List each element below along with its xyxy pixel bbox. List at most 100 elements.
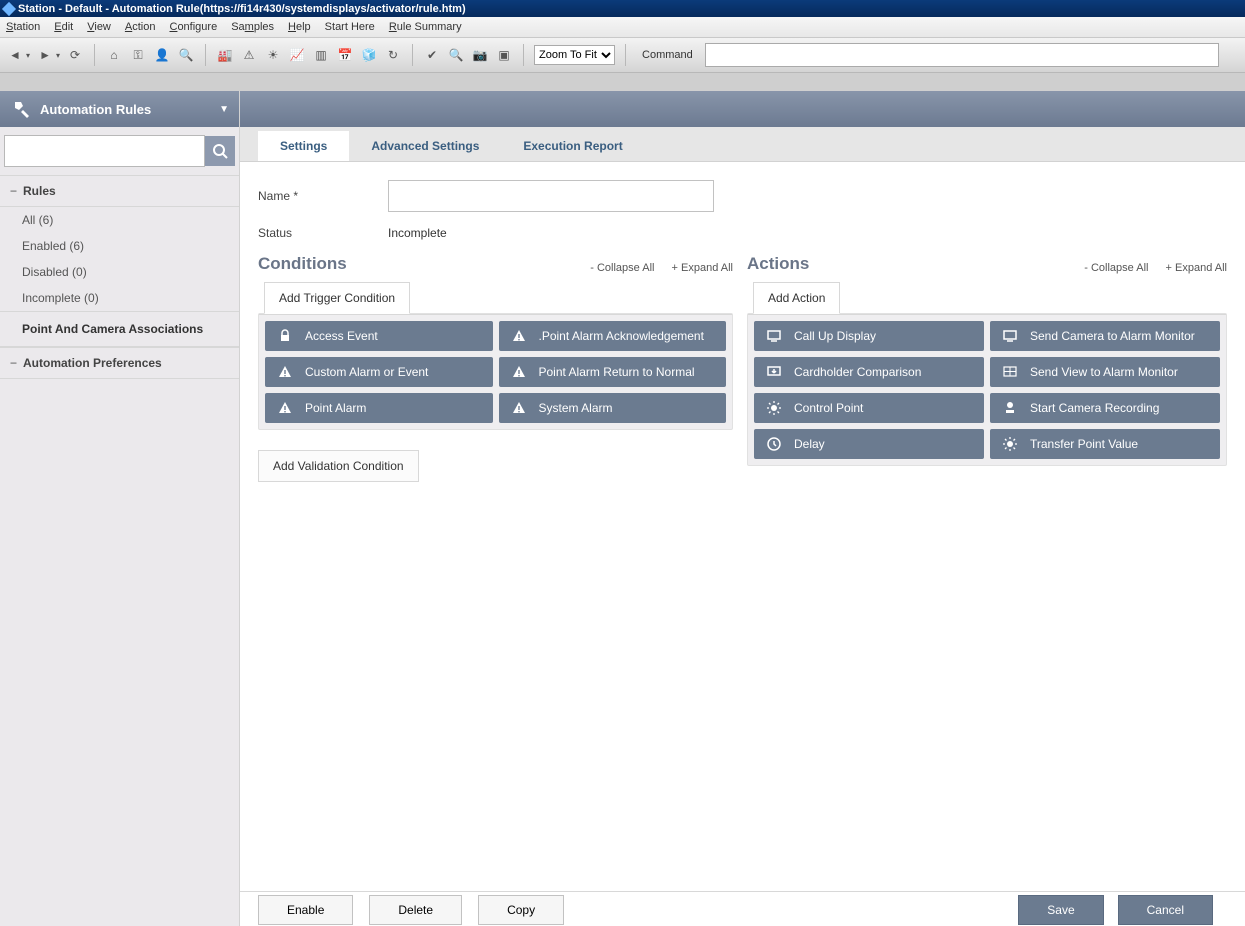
sidebar-group-prefs[interactable]: −Automation Preferences (0, 347, 239, 379)
action-item-3[interactable]: Send View to Alarm Monitor (990, 357, 1220, 387)
warn-icon (509, 362, 529, 382)
search-icon[interactable]: 🔍 (177, 46, 195, 64)
condition-item-3[interactable]: Point Alarm Return to Normal (499, 357, 727, 387)
action-item-4[interactable]: Control Point (754, 393, 984, 423)
sidebar-title: Automation Rules (40, 102, 151, 117)
condition-item-2[interactable]: Custom Alarm or Event (265, 357, 493, 387)
action-item-7[interactable]: Transfer Point Value (990, 429, 1220, 459)
condition-item-0[interactable]: Access Event (265, 321, 493, 351)
add-trigger-tab[interactable]: Add Trigger Condition (264, 282, 410, 314)
window-title: Station - Default - Automation Rule(http… (18, 3, 466, 15)
conditions-expand-all[interactable]: + Expand All (672, 262, 733, 274)
tree-icon[interactable]: 🏭 (216, 46, 234, 64)
actions-expand-all[interactable]: + Expand All (1166, 262, 1227, 274)
camera-icon[interactable]: 📷 (471, 46, 489, 64)
nav-back-icon[interactable]: ◄ (6, 46, 24, 64)
add-action-tab[interactable]: Add Action (753, 282, 840, 314)
action-item-5[interactable]: Start Camera Recording (990, 393, 1220, 423)
action-item-label: Start Camera Recording (1030, 401, 1159, 415)
action-item-1[interactable]: Send Camera to Alarm Monitor (990, 321, 1220, 351)
menu-view[interactable]: View (87, 21, 111, 33)
zoom-select[interactable]: Zoom To Fit (534, 45, 615, 65)
sidebar-group-rules[interactable]: −Rules (0, 175, 239, 207)
action-item-6[interactable]: Delay (754, 429, 984, 459)
menu-samples[interactable]: Samples (231, 21, 274, 33)
action-item-label: Send View to Alarm Monitor (1030, 365, 1178, 379)
status-label: Status (258, 226, 388, 240)
sidebar-item-all[interactable]: All (6) (0, 207, 239, 233)
nav-forward-icon[interactable]: ► (36, 46, 54, 64)
condition-item-5[interactable]: System Alarm (499, 393, 727, 423)
cancel-button[interactable]: Cancel (1118, 895, 1213, 925)
sidebar-search-input[interactable] (4, 135, 205, 167)
sun-icon (1000, 434, 1020, 454)
copy-button[interactable]: Copy (478, 895, 564, 925)
tab-settings[interactable]: Settings (258, 131, 349, 161)
refresh-icon[interactable]: ⟳ (66, 46, 84, 64)
enable-button[interactable]: Enable (258, 895, 353, 925)
menu-edit[interactable]: Edit (54, 21, 73, 33)
menu-action[interactable]: Action (125, 21, 156, 33)
condition-item-1[interactable]: .Point Alarm Acknowledgement (499, 321, 727, 351)
menu-station[interactable]: Station (6, 21, 40, 33)
condition-item-label: Point Alarm (305, 401, 366, 415)
app-icon (2, 1, 16, 15)
check-icon[interactable]: ✔ (423, 46, 441, 64)
tabs: Settings Advanced Settings Execution Rep… (240, 127, 1245, 162)
sidebar-search-button[interactable] (205, 136, 235, 166)
sidebar: Automation Rules ▼ −Rules All (6) Enable… (0, 91, 240, 926)
action-item-label: Cardholder Comparison (794, 365, 921, 379)
condition-item-label: Access Event (305, 329, 378, 343)
calendar-icon[interactable]: 📅 (336, 46, 354, 64)
menu-starthere[interactable]: Start Here (325, 21, 375, 33)
conditions-title: Conditions (258, 254, 347, 274)
window-icon[interactable]: ▣ (495, 46, 513, 64)
user-icon[interactable]: 👤 (153, 46, 171, 64)
name-label: Name * (258, 189, 388, 203)
sun-icon[interactable]: ☀ (264, 46, 282, 64)
main-header-bar (240, 91, 1245, 127)
window-titlebar: Station - Default - Automation Rule(http… (0, 0, 1245, 17)
tag-icon[interactable]: 🧊 (360, 46, 378, 64)
command-label: Command (642, 49, 693, 61)
sidebar-item-incomplete[interactable]: Incomplete (0) (0, 285, 239, 311)
sidebar-header[interactable]: Automation Rules ▼ (0, 91, 239, 127)
menu-help[interactable]: Help (288, 21, 311, 33)
name-input[interactable] (388, 180, 714, 212)
command-input[interactable] (705, 43, 1219, 67)
delete-button[interactable]: Delete (369, 895, 462, 925)
chevron-down-icon[interactable]: ▼ (219, 104, 229, 115)
lock-icon (275, 326, 295, 346)
condition-item-label: .Point Alarm Acknowledgement (539, 329, 704, 343)
sync-icon[interactable]: ↻ (384, 46, 402, 64)
key-icon[interactable]: ⚿ (129, 46, 147, 64)
sidebar-item-enabled[interactable]: Enabled (6) (0, 233, 239, 259)
menu-configure[interactable]: Configure (169, 21, 217, 33)
action-item-label: Delay (794, 437, 825, 451)
conditions-collapse-all[interactable]: - Collapse All (590, 262, 654, 274)
action-item-label: Transfer Point Value (1030, 437, 1138, 451)
action-item-2[interactable]: Cardholder Comparison (754, 357, 984, 387)
sidebar-item-disabled[interactable]: Disabled (0) (0, 259, 239, 285)
display-icon (764, 326, 784, 346)
bars-icon[interactable]: ▥ (312, 46, 330, 64)
save-button[interactable]: Save (1018, 895, 1103, 925)
menu-rulesummary[interactable]: Rule Summary (389, 21, 462, 33)
sun-icon (764, 398, 784, 418)
alert-icon[interactable]: ⚠ (240, 46, 258, 64)
action-item-0[interactable]: Call Up Display (754, 321, 984, 351)
condition-item-4[interactable]: Point Alarm (265, 393, 493, 423)
tab-execution-report[interactable]: Execution Report (501, 131, 644, 161)
warn-icon (509, 326, 529, 346)
chart-icon[interactable]: 📈 (288, 46, 306, 64)
condition-item-label: Custom Alarm or Event (305, 365, 428, 379)
add-validation-button[interactable]: Add Validation Condition (258, 450, 419, 482)
actions-collapse-all[interactable]: - Collapse All (1084, 262, 1148, 274)
clock-icon (764, 434, 784, 454)
zoom-icon[interactable]: 🔍 (447, 46, 465, 64)
condition-item-label: Point Alarm Return to Normal (539, 365, 695, 379)
home-icon[interactable]: ⌂ (105, 46, 123, 64)
sidebar-item-assoc[interactable]: Point And Camera Associations (0, 311, 239, 347)
tab-advanced-settings[interactable]: Advanced Settings (349, 131, 501, 161)
warn-icon (275, 362, 295, 382)
